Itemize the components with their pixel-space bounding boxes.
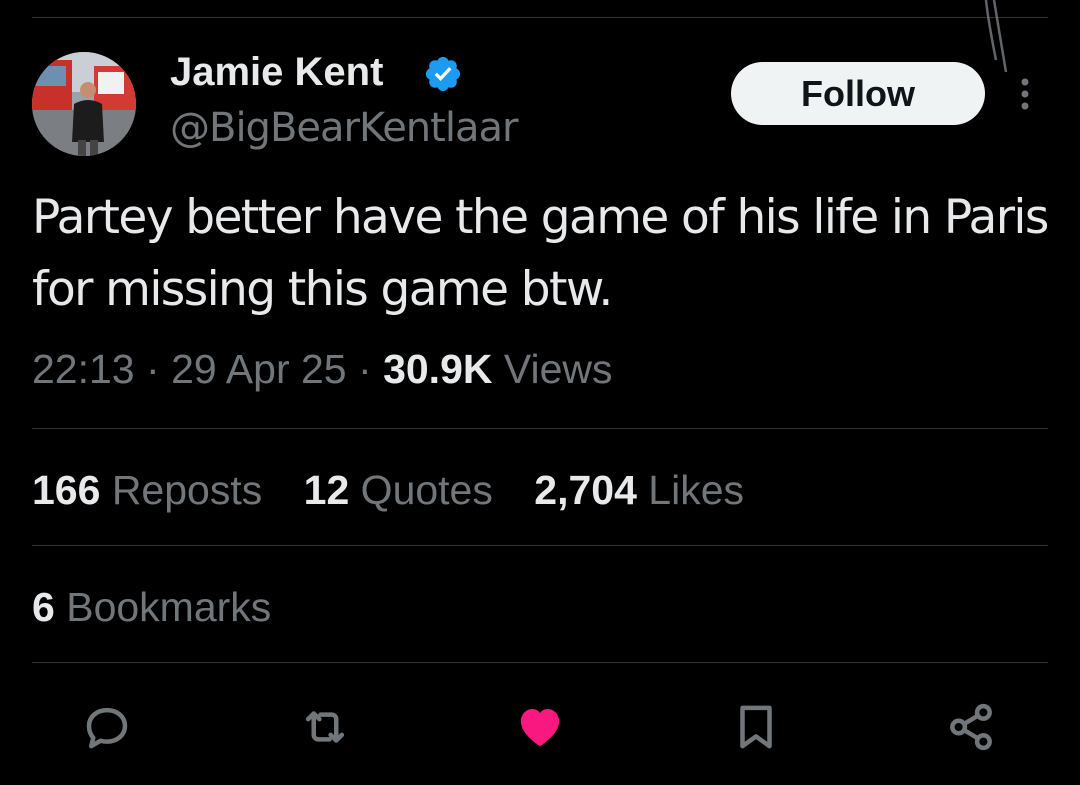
divider: [32, 662, 1048, 663]
bookmark-button[interactable]: [729, 700, 783, 754]
tweet-text: Partey better have the game of his life …: [32, 190, 1049, 317]
reposts-count: 166: [32, 467, 101, 513]
follow-button[interactable]: Follow: [731, 62, 985, 125]
tweet-time[interactable]: 22:13: [32, 346, 135, 392]
share-icon: [950, 703, 992, 751]
divider: [32, 545, 1048, 546]
quotes-label: Quotes: [360, 467, 493, 513]
reply-button[interactable]: [80, 700, 134, 754]
bookmarks-count: 6: [32, 584, 55, 630]
repost-button[interactable]: [298, 700, 352, 754]
likes-count: 2,704: [534, 467, 637, 513]
like-button[interactable]: [513, 700, 567, 754]
meta-separator: ·: [146, 346, 160, 392]
author-name[interactable]: Jamie Kent: [170, 48, 383, 96]
screen-scratch-mark: [984, 0, 1008, 73]
likes-label: Likes: [648, 467, 745, 513]
divider: [32, 428, 1048, 429]
likes-stat[interactable]: 2,704 Likes: [534, 465, 744, 515]
quotes-count: 12: [303, 467, 350, 513]
reposts-stat[interactable]: 166 Reposts: [32, 465, 262, 515]
bookmarks-label: Bookmarks: [66, 584, 272, 630]
engagement-stats: 166 Reposts 12 Quotes 2,704 Likes: [32, 465, 774, 515]
avatar-photo: [32, 52, 136, 156]
tweet-date[interactable]: 29 Apr 25: [171, 346, 347, 392]
meta-separator: ·: [358, 346, 372, 392]
reposts-label: Reposts: [111, 467, 263, 513]
reply-icon: [86, 707, 128, 749]
more-options-icon[interactable]: [1013, 76, 1037, 112]
bookmarks-stat[interactable]: 6 Bookmarks: [32, 582, 271, 632]
tweet-detail: Jamie Kent @BigBearKentlaar Follow Parte…: [0, 0, 1080, 785]
views-label: Views: [503, 346, 613, 392]
author-handle[interactable]: @BigBearKentlaar: [170, 104, 518, 152]
bookmark-icon: [740, 705, 772, 749]
verified-badge-icon[interactable]: [423, 54, 463, 94]
views-count: 30.9K: [383, 346, 493, 392]
share-button[interactable]: [944, 700, 998, 754]
author-avatar[interactable]: [32, 52, 136, 156]
repost-icon: [305, 711, 345, 743]
top-divider: [32, 17, 1048, 18]
heart-icon: [520, 709, 560, 747]
tweet-meta: 22:13 · 29 Apr 25 · 30.9K Views: [32, 344, 613, 394]
quotes-stat[interactable]: 12 Quotes: [304, 465, 493, 515]
